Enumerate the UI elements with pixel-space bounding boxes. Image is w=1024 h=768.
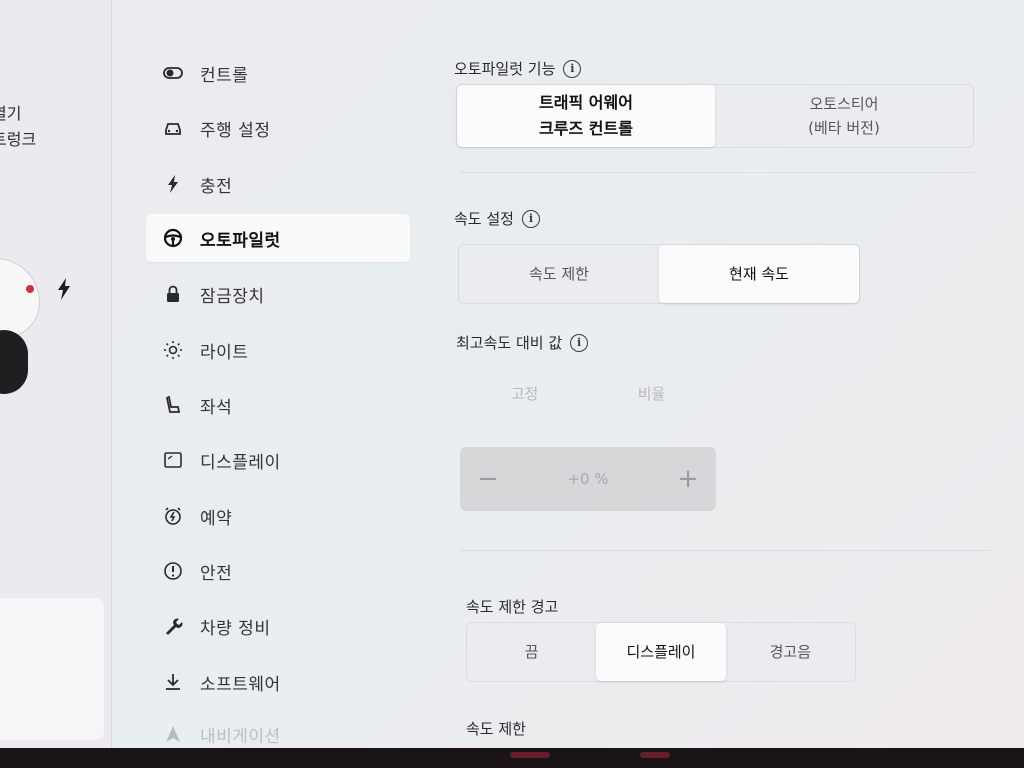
option-chime[interactable]: 경고음	[726, 623, 855, 681]
sidebar-item-label: 컨트롤	[200, 65, 249, 86]
option-line: 오토스티어	[809, 95, 879, 113]
section-title: 속도 설정	[454, 210, 514, 228]
sidebar-item-display[interactable]: 디스플레이	[146, 436, 410, 484]
info-icon[interactable]: i	[563, 59, 582, 78]
option-speed-limit[interactable]: 속도 제한	[459, 245, 659, 303]
sidebar-item-locks[interactable]: 잠금장치	[146, 270, 410, 318]
sidebar-item-label: 소프트웨어	[200, 674, 281, 695]
sidebar-item-driving[interactable]: 주행 설정	[146, 104, 410, 152]
sidebar-item-seats[interactable]: 좌석	[146, 381, 410, 429]
trunk-label[interactable]: 트렁크	[0, 126, 36, 150]
autopilot-settings: 오토파일럿 기능 i 트래픽 어웨어크루즈 컨트롤 오토스티어 (베타 버전) 속…	[440, 0, 1024, 748]
option-line: 크루즈 컨트롤	[539, 119, 633, 138]
car-panel: 열기 트렁크	[0, 0, 112, 748]
media-card[interactable]	[0, 598, 104, 740]
lock-icon	[162, 283, 184, 305]
decrease-button[interactable]: −	[474, 464, 502, 494]
seat-icon	[162, 394, 184, 416]
wrench-icon	[162, 615, 184, 637]
sidebar-item-label: 차량 정비	[200, 618, 271, 639]
sidebar-item-label: 좌석	[200, 397, 233, 418]
display-icon	[162, 449, 184, 471]
car-icon	[162, 117, 184, 139]
sidebar-item-service[interactable]: 차량 정비	[146, 602, 410, 650]
sidebar-item-label: 충전	[200, 176, 233, 197]
charge-bolt-icon[interactable]	[56, 278, 72, 300]
alarm-icon	[162, 505, 184, 527]
option-autosteer[interactable]: 오토스티어 (베타 버전)	[715, 85, 973, 147]
option-display[interactable]: 디스플레이	[596, 623, 726, 681]
open-label[interactable]: 열기	[0, 100, 21, 124]
option-line: (베타 버전)	[808, 119, 880, 137]
offset-type-selector: 고정 비율	[460, 368, 716, 420]
offset-title: 최고속도 대비 값 i	[456, 332, 589, 353]
settings-sidebar: 컨트롤 주행 설정 충전 오토파일럿 잠금장치 라이트 좌석 디스플레이 예약 …	[124, 0, 420, 748]
speed-setting-title: 속도 설정 i	[454, 208, 540, 229]
offset-value: +0 %	[567, 470, 609, 488]
navigation-icon	[162, 723, 184, 745]
steering-wheel-icon	[162, 227, 184, 249]
autopilot-features-selector: 트래픽 어웨어크루즈 컨트롤 오토스티어 (베타 버전)	[456, 84, 974, 148]
option-fixed[interactable]: 고정	[461, 369, 588, 419]
increase-button[interactable]: +	[674, 464, 702, 494]
sidebar-item-software[interactable]: 소프트웨어	[146, 658, 410, 706]
bezel-reflection	[510, 752, 550, 758]
offset-stepper: − +0 % +	[460, 447, 716, 511]
screen: 열기 트렁크 컨트롤 주행 설정 충전	[0, 0, 1024, 752]
alert-icon	[162, 560, 184, 582]
info-icon[interactable]: i	[570, 333, 589, 352]
sidebar-item-label: 주행 설정	[200, 120, 271, 141]
charge-port-dot	[26, 285, 34, 293]
section-title: 최고속도 대비 값	[456, 334, 563, 352]
section-title: 오토파일럿 기능	[454, 60, 556, 78]
divider	[460, 550, 990, 551]
bezel-reflection	[640, 752, 670, 758]
sidebar-item-charging[interactable]: 충전	[146, 160, 410, 208]
autopilot-features-title: 오토파일럿 기능 i	[454, 58, 582, 79]
divider	[460, 172, 974, 173]
sidebar-item-label: 라이트	[200, 342, 249, 363]
sidebar-item-label: 디스플레이	[200, 452, 281, 473]
speed-limit-warning-selector: 끔 디스플레이 경고음	[466, 622, 856, 682]
sidebar-item-label: 오토파일럿	[200, 230, 281, 251]
bolt-icon	[162, 173, 184, 195]
speed-limit-warning-title: 속도 제한 경고	[466, 596, 558, 617]
option-line: 트래픽 어웨어	[539, 93, 633, 113]
info-icon[interactable]: i	[521, 209, 540, 228]
sidebar-item-label: 잠금장치	[200, 286, 265, 307]
option-off[interactable]: 끔	[467, 623, 596, 681]
sidebar-item-label: 예약	[200, 508, 233, 529]
option-traffic-aware-cruise[interactable]: 트래픽 어웨어크루즈 컨트롤	[457, 85, 715, 147]
section-title: 속도 제한 경고	[466, 598, 559, 616]
speed-setting-selector: 속도 제한 현재 속도	[458, 244, 860, 304]
option-current-speed[interactable]: 현재 속도	[659, 245, 859, 303]
section-title: 속도 제한	[466, 720, 526, 738]
download-icon	[162, 671, 184, 693]
sidebar-item-controls[interactable]: 컨트롤	[146, 49, 410, 97]
sidebar-item-safety[interactable]: 안전	[146, 547, 410, 595]
sidebar-item-label: 내비게이션	[200, 726, 281, 747]
option-percent[interactable]: 비율	[588, 369, 715, 419]
sidebar-item-autopilot[interactable]: 오토파일럿	[146, 214, 410, 262]
screen-bezel	[0, 748, 1024, 768]
car-image	[0, 258, 40, 338]
sidebar-item-label: 안전	[200, 563, 233, 584]
car-wheel	[0, 330, 28, 394]
sidebar-item-lights[interactable]: 라이트	[146, 326, 410, 374]
speed-limit-title: 속도 제한	[466, 718, 526, 739]
sidebar-item-schedule[interactable]: 예약	[146, 492, 410, 540]
sun-icon	[162, 339, 184, 361]
toggle-icon	[162, 62, 184, 84]
